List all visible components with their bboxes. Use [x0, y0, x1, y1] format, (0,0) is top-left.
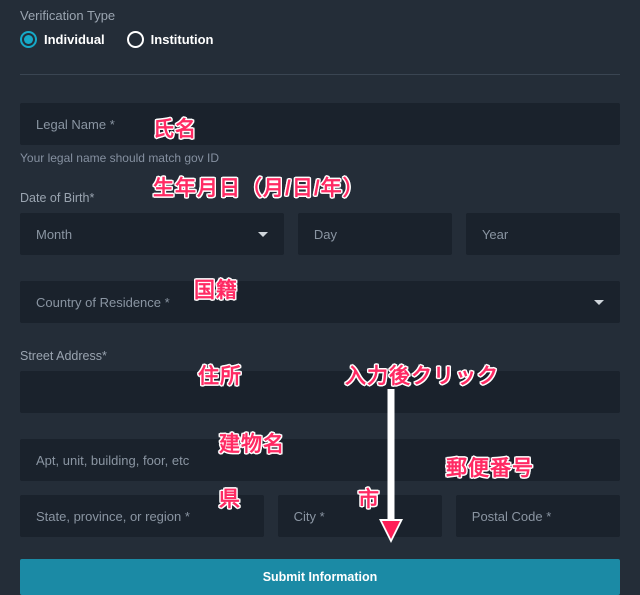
radio-institution[interactable]: Institution	[127, 31, 214, 48]
street-label: Street Address*	[20, 349, 620, 363]
radio-institution-label: Institution	[151, 32, 214, 47]
country-placeholder: Country of Residence *	[36, 295, 582, 310]
radio-unselected-icon	[127, 31, 144, 48]
dob-month-placeholder: Month	[36, 227, 246, 242]
city-text[interactable]	[294, 509, 426, 524]
verification-type-radios: Individual Institution	[20, 31, 620, 48]
legal-name-input[interactable]	[20, 103, 620, 145]
verification-type-label: Verification Type	[20, 8, 620, 23]
street-input[interactable]	[20, 371, 620, 413]
apt-input[interactable]	[20, 439, 620, 481]
dob-month-select[interactable]: Month	[20, 213, 284, 255]
radio-selected-icon	[20, 31, 37, 48]
chevron-down-icon	[258, 232, 268, 237]
dob-year-input[interactable]	[466, 213, 620, 255]
postal-input[interactable]	[456, 495, 620, 537]
region-input[interactable]	[20, 495, 264, 537]
city-input[interactable]	[278, 495, 442, 537]
chevron-down-icon	[594, 300, 604, 305]
postal-text[interactable]	[472, 509, 604, 524]
submit-button[interactable]: Submit Information	[20, 559, 620, 595]
legal-name-helper: Your legal name should match gov ID	[20, 151, 620, 165]
radio-individual[interactable]: Individual	[20, 31, 105, 48]
legal-name-text[interactable]	[36, 117, 604, 132]
dob-day-text[interactable]	[314, 227, 436, 242]
dob-day-input[interactable]	[298, 213, 452, 255]
apt-text[interactable]	[36, 453, 604, 468]
dob-year-text[interactable]	[482, 227, 604, 242]
street-text[interactable]	[36, 385, 604, 400]
dob-label: Date of Birth*	[20, 191, 620, 205]
divider	[20, 74, 620, 75]
radio-individual-label: Individual	[44, 32, 105, 47]
region-text[interactable]	[36, 509, 248, 524]
submit-label: Submit Information	[263, 570, 378, 584]
country-select[interactable]: Country of Residence *	[20, 281, 620, 323]
